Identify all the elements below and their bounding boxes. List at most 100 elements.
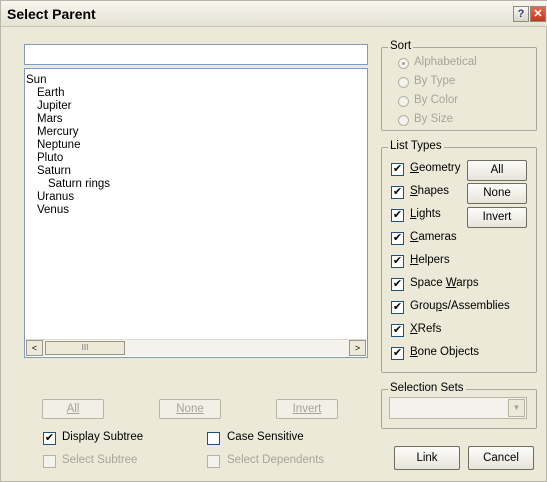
display-subtree-checkbox[interactable]: ✔ [43, 432, 56, 445]
sort-option-label: By Color [414, 94, 459, 106]
list-type-label: Cameras [410, 231, 457, 243]
select-parent-dialog: Select Parent ? ✕ Sun Earth Jupiter Mars Mer… [0, 0, 547, 482]
list-type-label: XRefs [410, 323, 441, 335]
list-item[interactable]: Saturn rings [48, 178, 110, 191]
radio-icon[interactable] [398, 58, 409, 69]
list-item[interactable]: Pluto [37, 152, 63, 165]
sort-option-label: By Size [414, 113, 453, 125]
check-icon: ✔ [392, 347, 403, 359]
none-button-label: None [176, 403, 204, 415]
cancel-button[interactable]: Cancel [468, 446, 534, 470]
label-prefix: Grou [410, 300, 436, 312]
scroll-thumb[interactable]: III [45, 341, 125, 355]
list-item[interactable]: Venus [37, 204, 69, 217]
list-item[interactable]: Sun [26, 74, 46, 87]
label-accel: S [410, 185, 418, 197]
list-type-checkbox[interactable]: ✔ [391, 255, 404, 268]
label-rest: s/Assemblies [441, 300, 510, 312]
check-icon: ✔ [44, 432, 55, 444]
scroll-left-icon[interactable]: < [26, 340, 43, 356]
label-accel: B [410, 346, 418, 358]
none-button[interactable]: None [159, 399, 221, 419]
list-item[interactable]: Mercury [37, 126, 79, 139]
label-rest: ameras [418, 231, 457, 243]
sort-option-label: Alphabetical [414, 56, 477, 68]
list-item[interactable]: Jupiter [37, 100, 72, 113]
selection-sets-dropdown[interactable]: ▼ [389, 397, 527, 419]
horizontal-scrollbar[interactable]: < III > [26, 339, 366, 356]
radio-icon[interactable] [398, 96, 409, 107]
label-accel: W [445, 277, 457, 289]
list-types-group: List Types ✔ Geometry ✔ Shapes ✔ Lights ✔ Camer… [381, 140, 537, 373]
check-icon: ✔ [392, 209, 403, 221]
invert-button[interactable]: Invert [276, 399, 338, 419]
label-prefix: Space [410, 277, 446, 289]
label-rest: elpers [418, 254, 450, 266]
search-input[interactable] [24, 44, 368, 65]
list-type-label: Geometry [410, 162, 461, 174]
all-button-label: All [66, 403, 80, 415]
list-item[interactable]: Saturn [37, 165, 71, 178]
title-bar: Select Parent ? ✕ [1, 1, 547, 27]
sort-option[interactable]: By Type [398, 75, 456, 91]
check-icon: ✔ [392, 278, 403, 290]
selection-sets-title: Selection Sets [388, 382, 466, 394]
list-type-checkbox[interactable]: ✔ [391, 163, 404, 176]
select-subtree-checkbox[interactable] [43, 455, 56, 468]
list-type-checkbox[interactable]: ✔ [391, 186, 404, 199]
list-type-checkbox[interactable]: ✔ [391, 278, 404, 291]
list-type-label: Space Warps [410, 277, 479, 289]
list-type-label: Shapes [410, 185, 449, 197]
link-button[interactable]: Link [394, 446, 460, 470]
display-subtree-label: Display Subtree [62, 431, 144, 443]
label-rest: ights [416, 208, 441, 220]
scroll-right-icon[interactable]: > [349, 340, 366, 356]
list-item[interactable]: Uranus [37, 191, 74, 204]
label-accel: G [410, 162, 419, 174]
list-types-title: List Types [388, 140, 444, 152]
check-icon: ✔ [392, 186, 403, 198]
sort-option-label: By Type [414, 75, 456, 87]
check-icon: ✔ [392, 232, 403, 244]
invert-button-label: Invert [292, 403, 322, 415]
list-type-label: Lights [410, 208, 441, 220]
sort-option[interactable]: By Color [398, 94, 459, 110]
sort-option[interactable]: By Size [398, 113, 453, 129]
types-none-button[interactable]: None [467, 183, 527, 204]
select-subtree-label: Select Subtree [62, 454, 138, 466]
label-rest: hapes [417, 185, 450, 197]
list-type-checkbox[interactable]: ✔ [391, 347, 404, 360]
select-dependents-checkbox[interactable] [207, 455, 220, 468]
list-type-checkbox[interactable]: ✔ [391, 209, 404, 222]
list-item[interactable]: Mars [37, 113, 63, 126]
list-type-checkbox[interactable]: ✔ [391, 301, 404, 314]
object-list[interactable]: Sun Earth Jupiter Mars Mercury Neptune Pluto Sa… [24, 68, 368, 358]
list-item[interactable]: Earth [37, 87, 65, 100]
all-button[interactable]: All [42, 399, 104, 419]
close-icon[interactable]: ✕ [530, 6, 546, 22]
check-icon: ✔ [392, 255, 403, 267]
select-dependents-label: Select Dependents [227, 454, 325, 466]
list-type-checkbox[interactable]: ✔ [391, 324, 404, 337]
check-icon: ✔ [392, 324, 403, 336]
label-accel: X [410, 323, 418, 335]
list-type-checkbox[interactable]: ✔ [391, 232, 404, 245]
check-icon: ✔ [392, 301, 403, 313]
dialog-title: Select Parent [7, 6, 96, 22]
list-type-label: Bone Objects [410, 346, 479, 358]
case-sensitive-label: Case Sensitive [227, 431, 304, 443]
list-type-label: Helpers [410, 254, 450, 266]
label-rest: eometry [418, 162, 461, 174]
case-sensitive-checkbox[interactable] [207, 432, 220, 445]
label-rest: one Objects [417, 346, 480, 358]
sort-option[interactable]: Alphabetical [398, 56, 477, 72]
list-item[interactable]: Neptune [37, 139, 80, 152]
types-all-button[interactable]: All [467, 160, 527, 181]
sort-group: Sort Alphabetical By Type By Color By Size [381, 40, 537, 131]
help-icon[interactable]: ? [513, 6, 529, 22]
radio-icon[interactable] [398, 115, 409, 126]
label-rest: Refs [417, 323, 442, 335]
radio-icon[interactable] [398, 77, 409, 88]
chevron-down-icon[interactable]: ▼ [508, 399, 525, 417]
types-invert-button[interactable]: Invert [467, 207, 527, 228]
